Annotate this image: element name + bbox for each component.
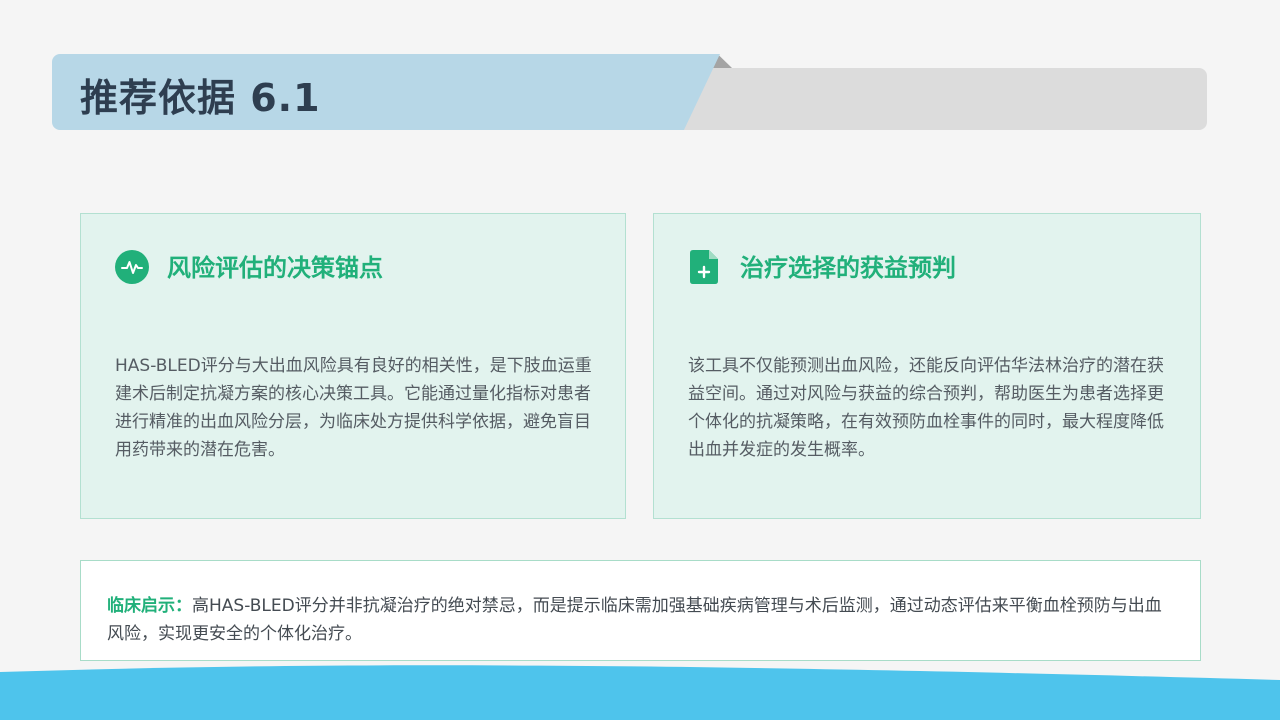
file-plus-icon [690, 250, 718, 284]
card-risk-assessment: 风险评估的决策锚点 HAS-BLED评分与大出血风险具有良好的相关性，是下肢血运… [80, 213, 626, 519]
card-text: HAS-BLED评分与大出血风险具有良好的相关性，是下肢血运重建术后制定抗凝方案… [115, 356, 592, 460]
page-title: 推荐依据 6.1 [80, 76, 321, 120]
card-title: 治疗选择的获益预判 [740, 254, 956, 282]
note-text: 高HAS-BLED评分并非抗凝治疗的绝对禁忌，而是提示临床需加强基础疾病管理与术… [107, 596, 1162, 644]
clinical-note: 临床启示：高HAS-BLED评分并非抗凝治疗的绝对禁忌，而是提示临床需加强基础疾… [80, 560, 1201, 661]
card-title: 风险评估的决策锚点 [167, 254, 383, 282]
title-band-grey [660, 68, 1207, 130]
note-text-block: 临床启示：高HAS-BLED评分并非抗凝治疗的绝对禁忌，而是提示临床需加强基础疾… [107, 592, 1177, 648]
bottom-wave [0, 665, 1280, 720]
card-text: 该工具不仅能预测出血风险，还能反向评估华法林治疗的潜在获益空间。通过对风险与获益… [688, 356, 1164, 460]
pulse-circle-icon [115, 250, 149, 284]
card-treatment-benefit: 治疗选择的获益预判 该工具不仅能预测出血风险，还能反向评估华法林治疗的潜在获益空… [653, 213, 1201, 519]
note-label: 临床启示： [107, 596, 192, 616]
